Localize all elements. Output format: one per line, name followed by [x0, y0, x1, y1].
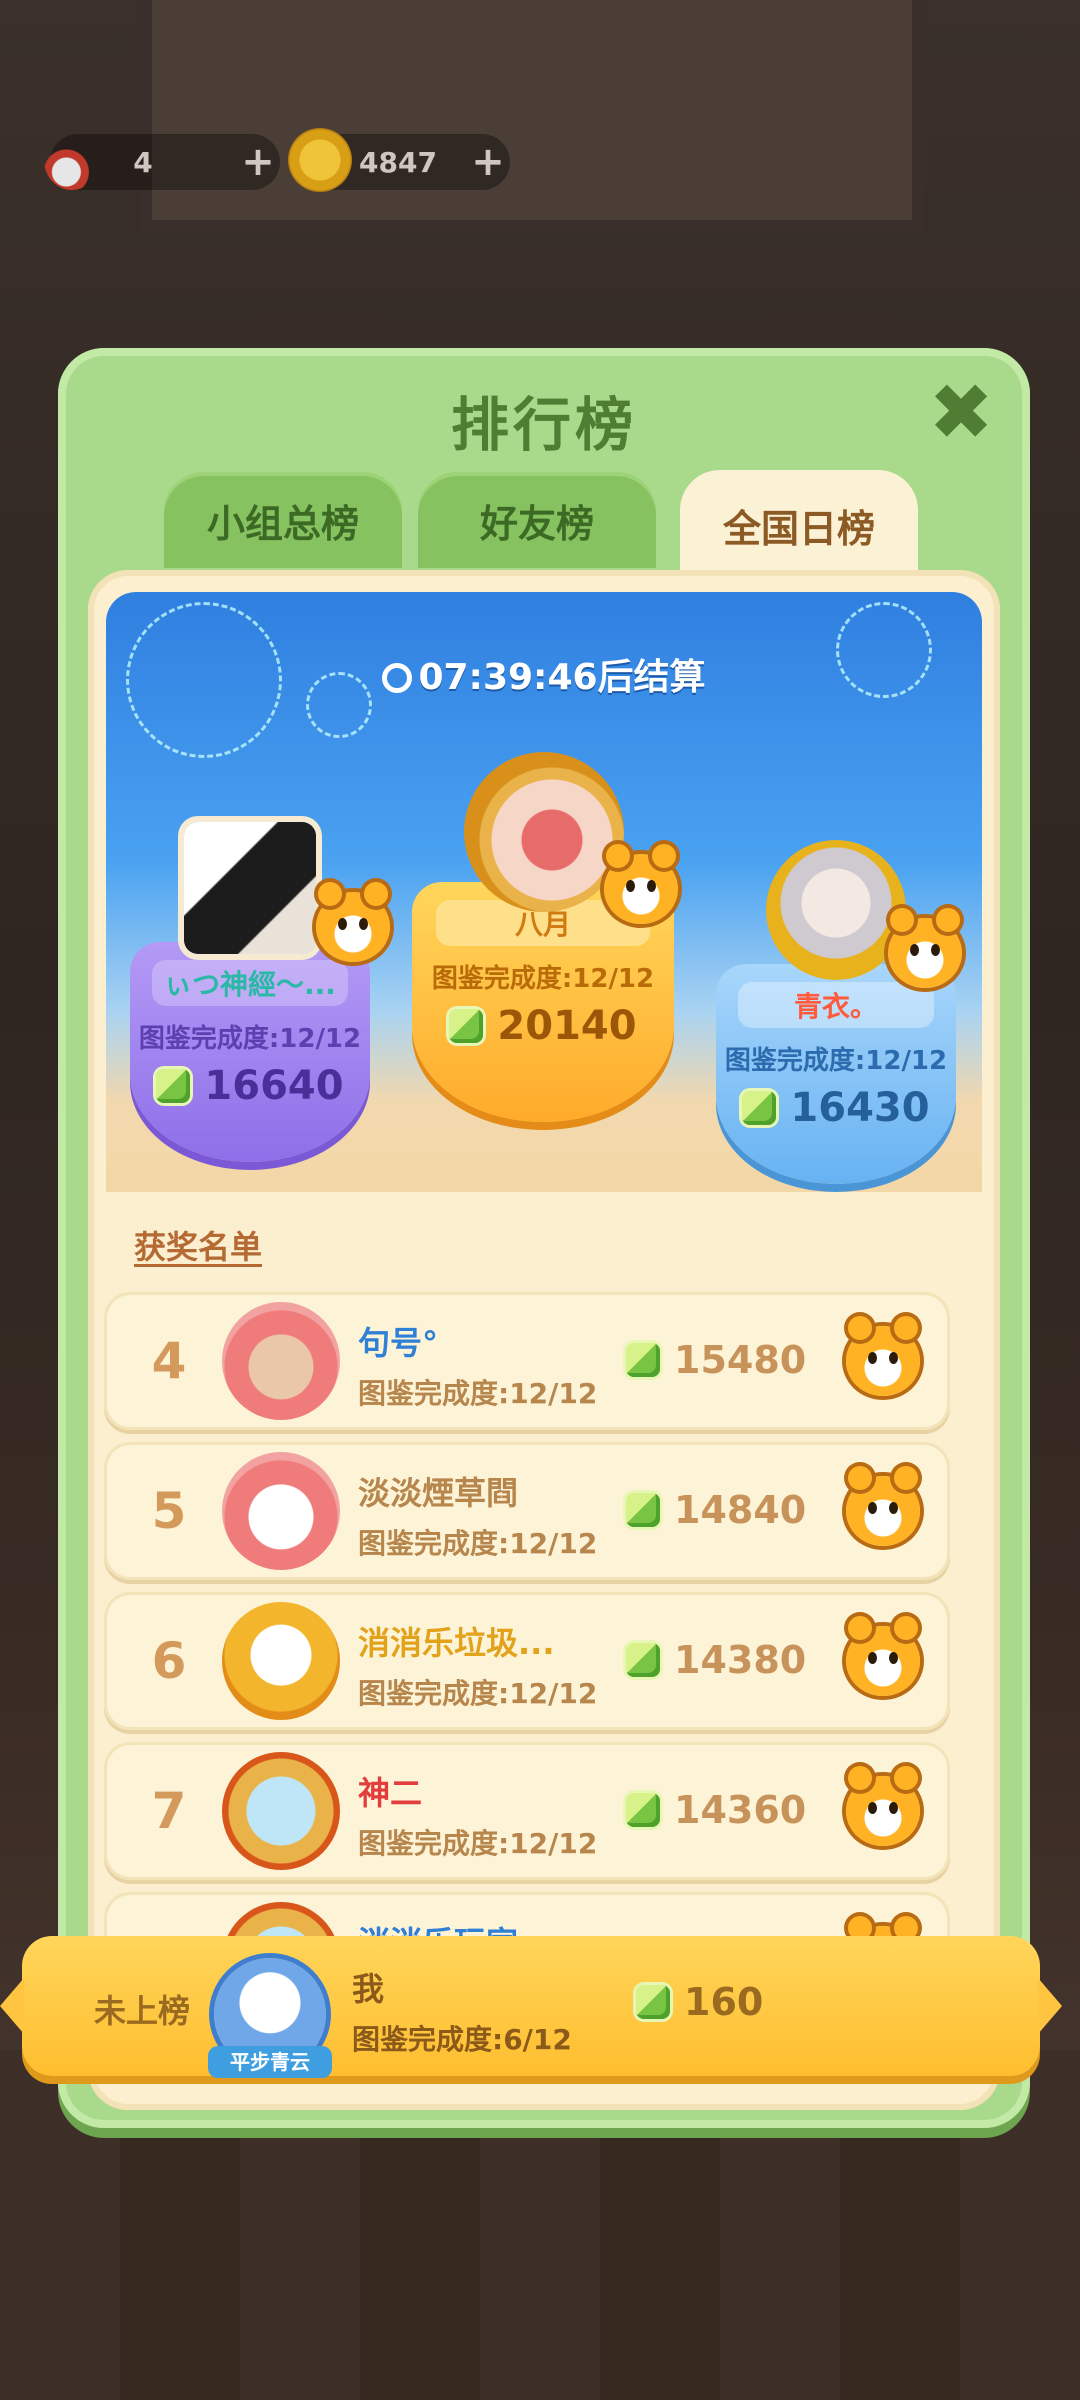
- podium-progress: 图鉴完成度:12/12: [724, 1046, 948, 1076]
- rank-number: 4: [151, 1332, 187, 1390]
- tiger-mascot-icon: [846, 1466, 920, 1546]
- player-progress: 图鉴完成度:12/12: [358, 1527, 598, 1560]
- podium-progress: 图鉴完成度:12/12: [138, 1024, 362, 1054]
- my-name: 我: [352, 1970, 385, 2008]
- add-coin-button[interactable]: +: [466, 139, 510, 185]
- player-progress: 图鉴完成度:12/12: [358, 1677, 598, 1710]
- pencil-icon: [44, 130, 100, 190]
- player-score: 14360: [626, 1788, 806, 1832]
- pencil-counter: 4 +: [44, 130, 280, 190]
- my-rank-status: 未上榜: [94, 1992, 191, 2030]
- gem-icon: [449, 1009, 484, 1043]
- gem-icon: [636, 1985, 670, 2019]
- gem-icon: [742, 1091, 777, 1125]
- my-rank-bar[interactable]: 未上榜 平步青云 我 图鉴完成度:6/12 160: [0, 1936, 1062, 2078]
- winner-list-label: 获奖名单: [134, 1228, 263, 1266]
- avatar: [766, 840, 906, 980]
- clock-icon: [382, 663, 413, 693]
- table-row[interactable]: 4 句号° 图鉴完成度:12/12 15480: [104, 1292, 950, 1430]
- background-board: [140, 0, 924, 232]
- coin-counter: 4847 +: [288, 128, 510, 192]
- player-score: 14840: [626, 1488, 806, 1532]
- player-name: 淡淡煙草閰: [358, 1474, 519, 1512]
- table-row[interactable]: 6 消消乐垃圾... 图鉴完成度:12/12 14380: [104, 1592, 950, 1730]
- leaderboard-modal: 排行榜 ✖ 小组总榜 好友榜 全国日榜 07:39:46后结算 ぃつ神經～...…: [58, 348, 1030, 2128]
- my-progress: 图鉴完成度:6/12: [352, 2023, 572, 2056]
- player-name: 消消乐垃圾...: [358, 1624, 555, 1662]
- podium-second[interactable]: ぃつ神經～... 图鉴完成度:12/12 16640: [130, 942, 370, 1162]
- avatar: [464, 752, 624, 912]
- coin-icon: [288, 128, 352, 192]
- modal-title: 排行榜: [450, 391, 637, 459]
- player-score: 14380: [626, 1638, 806, 1682]
- rank-number: 5: [151, 1482, 187, 1540]
- tab-friends[interactable]: 好友榜: [418, 472, 656, 568]
- tab-national-daily[interactable]: 全国日榜: [680, 470, 918, 580]
- rank-number: 7: [151, 1782, 187, 1840]
- podium-score: 20140: [449, 1003, 637, 1049]
- avatar: [222, 1602, 340, 1720]
- leaderboard-panel: 07:39:46后结算 ぃつ神經～... 图鉴完成度:12/12 16640 八…: [88, 570, 1000, 2110]
- tiger-mascot-icon: [888, 908, 962, 988]
- settlement-timer: 07:39:46后结算: [106, 648, 982, 700]
- tab-group-total[interactable]: 小组总榜: [164, 472, 402, 568]
- gem-icon: [626, 1793, 660, 1827]
- player-progress: 图鉴完成度:12/12: [358, 1827, 598, 1860]
- tiger-mascot-icon: [316, 882, 390, 962]
- player-name: 神二: [358, 1774, 423, 1812]
- gem-icon: [156, 1069, 191, 1103]
- podium-score: 16430: [742, 1085, 930, 1131]
- table-row[interactable]: 7 神二 图鉴完成度:12/12 14360: [104, 1742, 950, 1880]
- avatar: [184, 822, 316, 954]
- gem-icon: [626, 1343, 660, 1377]
- tiger-mascot-icon: [846, 1766, 920, 1846]
- podium-name: 青衣。: [737, 982, 935, 1028]
- rank-number: 6: [151, 1632, 187, 1690]
- podium-area: 07:39:46后结算 ぃつ神經～... 图鉴完成度:12/12 16640 八…: [106, 592, 982, 1192]
- avatar: [222, 1752, 340, 1870]
- podium-name: ぃつ神經～...: [151, 960, 349, 1006]
- gem-icon: [626, 1493, 660, 1527]
- player-name: 句号°: [358, 1324, 439, 1362]
- podium-progress: 图鉴完成度:12/12: [431, 964, 655, 994]
- player-progress: 图鉴完成度:12/12: [358, 1377, 598, 1410]
- avatar: [222, 1302, 340, 1420]
- gem-icon: [626, 1643, 660, 1677]
- table-row[interactable]: 5 淡淡煙草閰 图鉴完成度:12/12 14840: [104, 1442, 950, 1580]
- my-score: 160: [636, 1980, 763, 2024]
- tiger-mascot-icon: [846, 1316, 920, 1396]
- player-score: 15480: [626, 1338, 806, 1382]
- add-pencil-button[interactable]: +: [236, 139, 280, 185]
- avatar: [222, 1452, 340, 1570]
- my-badge: 平步青云: [208, 2046, 332, 2078]
- podium-third[interactable]: 青衣。 图鉴完成度:12/12 16430: [716, 964, 956, 1184]
- tiger-mascot-icon: [846, 1616, 920, 1696]
- podium-score: 16640: [156, 1063, 344, 1109]
- tiger-mascot-icon: [604, 844, 678, 924]
- close-icon[interactable]: ✖: [926, 374, 996, 452]
